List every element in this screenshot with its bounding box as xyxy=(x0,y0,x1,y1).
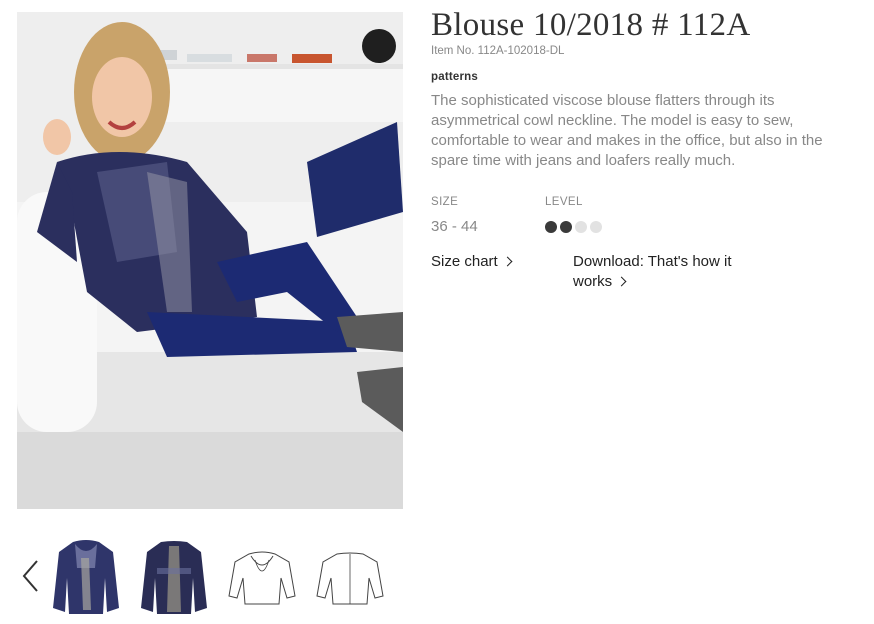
level-indicator xyxy=(545,221,602,233)
level-label: LEVEL xyxy=(545,196,583,208)
product-specs: SIZE 36 - 44 LEVEL xyxy=(431,196,861,236)
thumbnail-blouse-front-sketch[interactable] xyxy=(227,538,297,616)
size-chart-link[interactable]: Size chart xyxy=(431,252,513,272)
download-link-label-line2: works xyxy=(573,273,613,290)
download-how-it-works-link[interactable]: Download: That's how it works xyxy=(573,252,773,292)
chevron-right-icon xyxy=(502,256,513,267)
chevron-left-icon xyxy=(22,560,38,592)
thumbnail-blouse-back-sketch[interactable] xyxy=(315,538,385,616)
product-title: Blouse 10/2018 # 112A xyxy=(431,7,751,43)
product-category: patterns xyxy=(431,71,478,83)
level-dot-empty xyxy=(575,221,587,233)
blouse-front-sketch-icon xyxy=(228,551,296,605)
item-number: Item No. 112A-102018-DL xyxy=(431,45,565,57)
thumbnail-strip xyxy=(17,536,403,618)
thumbnail-blouse-front-photo[interactable] xyxy=(51,538,121,616)
blouse-back-sketch-icon xyxy=(316,552,384,605)
blouse-front-photo-icon xyxy=(53,540,119,614)
product-info: Blouse 10/2018 # 112A Item No. 112A-1020… xyxy=(431,6,861,171)
size-chart-label: Size chart xyxy=(431,253,498,270)
level-dot-empty xyxy=(590,221,602,233)
size-value: 36 - 44 xyxy=(431,218,478,235)
thumbnail-blouse-back-photo[interactable] xyxy=(139,538,209,616)
chevron-right-icon xyxy=(616,276,627,287)
blouse-back-photo-icon xyxy=(141,541,207,614)
thumbnail-prev-button[interactable] xyxy=(19,558,43,594)
main-product-image[interactable] xyxy=(17,12,403,509)
download-link-label-line1: Download: That's how it xyxy=(573,253,732,270)
size-label: SIZE xyxy=(431,196,459,208)
level-dot-filled xyxy=(545,221,557,233)
model-photo xyxy=(17,12,403,509)
level-dot-filled xyxy=(560,221,572,233)
product-description: The sophisticated viscose blouse flatter… xyxy=(431,92,823,169)
